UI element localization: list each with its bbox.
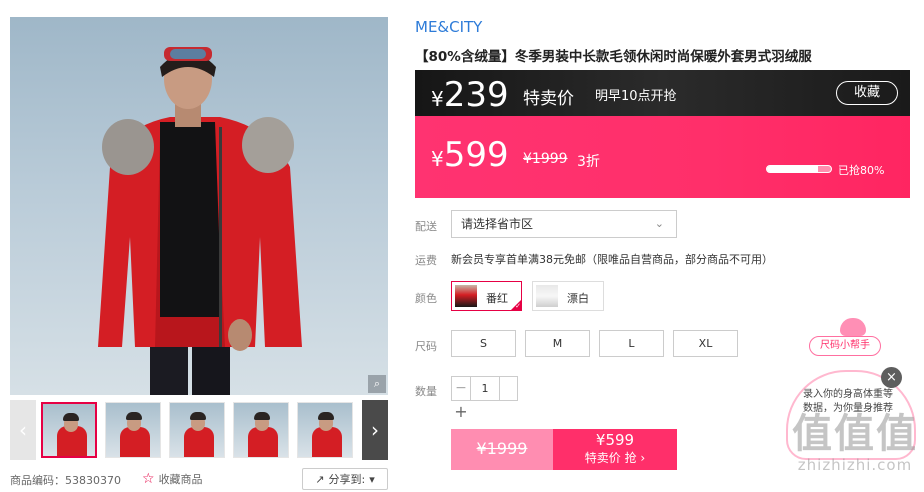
size-option-xl[interactable]: XL — [673, 330, 738, 357]
quantity-plus-button[interactable]: + — [451, 402, 471, 422]
close-icon[interactable]: × — [881, 367, 902, 388]
current-price: ¥599 — [431, 135, 509, 175]
flash-price: ¥239 — [431, 75, 509, 115]
site-watermark: 值值值 zhizhizhi.com — [792, 412, 918, 474]
product-title: 【80%含绒量】冬季男装中长款毛领休闲时尚保暖外套男式羽绒服 — [415, 49, 812, 65]
size-option-s[interactable]: S — [451, 330, 516, 357]
remind-button[interactable]: 收藏 — [836, 81, 898, 105]
flash-sale-banner: ¥239 特卖价 明早10点开抢 收藏 — [415, 70, 910, 116]
buy-flash-price: ¥599 — [595, 431, 635, 449]
quantity-minus-button[interactable]: − — [451, 376, 471, 401]
color-swatch — [536, 285, 558, 307]
mascot-icon — [840, 318, 866, 336]
thumbnail[interactable] — [105, 402, 161, 458]
fee-label: 运费 — [415, 254, 437, 267]
sold-progress-bar — [766, 165, 832, 173]
chevron-left-icon[interactable]: ‹ — [10, 400, 36, 460]
product-meta-bar: 商品编码：53830370 ☆ 收藏商品 ↗ 分享到: ▾ — [10, 468, 388, 490]
model-illustration — [98, 47, 302, 395]
region-select[interactable]: 请选择省市区 ⌄ — [451, 210, 677, 238]
color-swatch — [455, 285, 477, 307]
original-price: ¥1999 — [523, 151, 568, 167]
color-option-red[interactable]: 番红 ✓ — [451, 281, 522, 311]
share-button[interactable]: ↗ 分享到: ▾ — [302, 468, 388, 490]
caret-down-icon: ▾ — [369, 472, 375, 486]
favorite-button[interactable]: ☆ 收藏商品 — [142, 471, 203, 487]
share-label: 分享到: — [328, 473, 366, 486]
quantity-label: 数量 — [415, 385, 437, 398]
sold-percentage: 已抢80% — [838, 164, 885, 177]
thumbnail-strip: ‹ › — [10, 400, 388, 460]
size-label: 尺码 — [415, 340, 437, 353]
watermark-logo: 值值值 — [792, 411, 918, 457]
quantity-stepper-end — [499, 376, 518, 401]
magnifier-icon[interactable]: ⌕ — [368, 375, 386, 393]
quantity-input[interactable]: 1 — [471, 376, 499, 401]
size-option-l[interactable]: L — [599, 330, 664, 357]
thumbnail[interactable] — [233, 402, 289, 458]
buy-flash-button[interactable]: ¥599 特卖价 抢 › — [553, 429, 677, 470]
buy-original-price-button[interactable]: ¥1999 — [451, 429, 553, 470]
fee-text: 新会员专享首单满38元免邮（限唯品自营商品，部分商品不可用） — [451, 253, 773, 266]
thumbnail[interactable] — [169, 402, 225, 458]
star-icon: ☆ — [142, 471, 155, 487]
price-block: ¥599 ¥1999 3折 已抢80% — [415, 116, 910, 198]
chevron-right-icon[interactable]: › — [362, 400, 388, 460]
flash-tag: 特卖价 — [523, 89, 574, 109]
thumbnail[interactable] — [297, 402, 353, 458]
color-option-white[interactable]: 漂白 — [532, 281, 604, 311]
product-detail-page: ⌕ ‹ › 商品编码：53830370 ☆ 收藏商品 ↗ 分享到: ▾ ME&C… — [0, 0, 924, 492]
main-product-image[interactable]: ⌕ — [10, 17, 388, 395]
product-code: 商品编码：53830370 — [10, 474, 121, 487]
color-label: 颜色 — [415, 292, 437, 305]
chevron-down-icon: ⌄ — [654, 217, 664, 230]
share-icon: ↗ — [315, 472, 325, 486]
brand-link[interactable]: ME&CITY — [415, 18, 482, 36]
favorite-label: 收藏商品 — [158, 473, 203, 486]
shipping-label: 配送 — [415, 220, 437, 233]
check-icon: ✓ — [510, 299, 522, 311]
discount-badge: 3折 — [577, 154, 600, 170]
size-option-m[interactable]: M — [525, 330, 590, 357]
thumbnail[interactable] — [41, 402, 97, 458]
buy-flash-label: 特卖价 抢 › — [584, 451, 646, 465]
flash-start-time: 明早10点开抢 — [595, 89, 677, 104]
watermark-text: zhizhizhi.com — [797, 456, 913, 474]
size-helper-title[interactable]: 尺码小帮手 — [809, 336, 881, 356]
